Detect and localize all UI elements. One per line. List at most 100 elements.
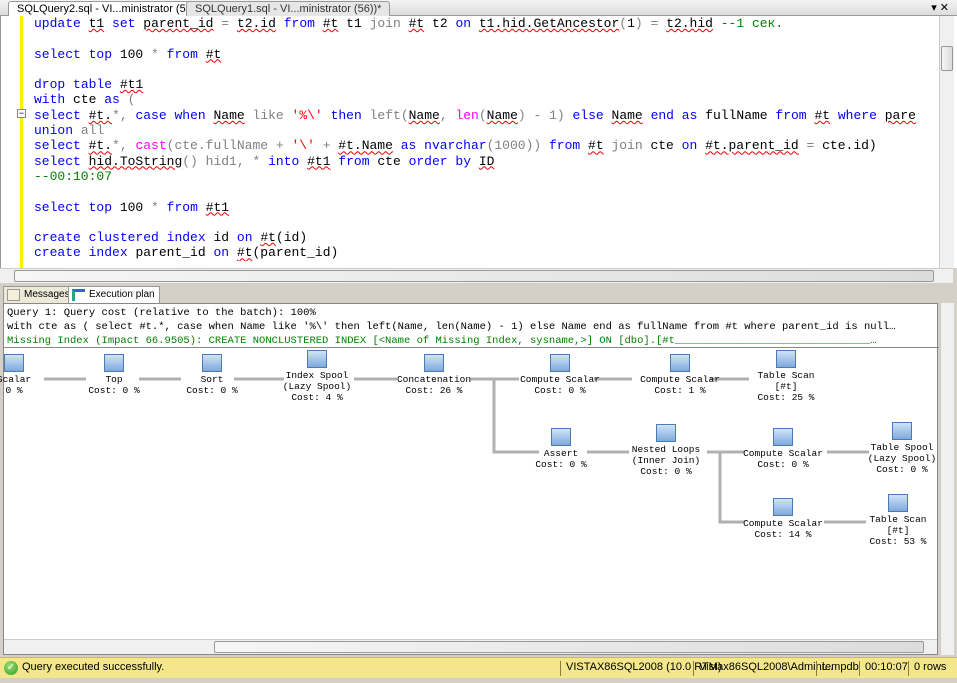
plan-node-label: Sort (200, 374, 224, 385)
plan-node-label: Cost: 25 % (757, 392, 815, 403)
code-token: from (166, 199, 198, 215)
code-token: then (330, 107, 362, 123)
status-database: tempdb (816, 661, 859, 676)
code-token: id (205, 230, 237, 246)
code-token: drop (34, 77, 66, 93)
status-user: Vistax86SQL2008\Admini... (693, 661, 833, 676)
tab-sqlquery2[interactable]: SQLQuery2.sql - VI...ministrator (57))* (8, 1, 213, 16)
code-token: #t1 (119, 77, 144, 93)
code-line[interactable]: select hid.ToString() hid1, * into #t1 f… (34, 154, 939, 169)
code-token: on (213, 245, 230, 261)
close-icon[interactable]: ✕ (940, 2, 949, 14)
plan-horizontal-scrollbar[interactable] (4, 639, 937, 654)
code-token: ( (478, 107, 487, 123)
editor-vertical-scrollbar[interactable] (939, 16, 954, 268)
tab-messages[interactable]: Messages (3, 286, 75, 303)
tab-sqlquery1[interactable]: SQLQuery1.sql - VI...ministrator (56))* (186, 1, 391, 16)
code-token: t2.id (236, 16, 276, 31)
plan-node[interactable]: Concatenation Cost: 26 % (374, 354, 494, 396)
code-text[interactable]: update t1 set parent_id = t2.id from #t … (34, 16, 939, 261)
results-vertical-scrollbar[interactable] (940, 303, 954, 655)
plan-node[interactable]: Sort Cost: 0 % (152, 354, 272, 396)
editor-horizontal-scrollbar[interactable] (0, 268, 953, 283)
code-line[interactable] (34, 184, 939, 199)
code-line[interactable]: create index parent_id on #t(parent_id) (34, 245, 939, 260)
compute-scalar-icon (4, 354, 24, 372)
code-token: from (283, 16, 315, 31)
code-line[interactable]: --00:10:07 (34, 169, 939, 184)
code-line[interactable]: select #t.*, cast(cte.fullName + '\' + #… (34, 138, 939, 153)
plan-node[interactable]: Compute Scalar Cost: 1 % (620, 354, 740, 396)
plan-node[interactable]: Index Spool (Lazy Spool) Cost: 4 % (257, 350, 377, 403)
plan-node-label: (Lazy Spool) (282, 381, 352, 392)
code-token: cte (65, 92, 105, 108)
code-token: ) - 1) (517, 107, 573, 123)
execution-plan-diagram[interactable]: Scalar 0 % Top Cost: 0 % Sort Cost: 0 % Index … (0, 348, 939, 640)
code-token: all (73, 123, 105, 139)
code-token: Name (486, 107, 518, 123)
code-token: #t (205, 46, 222, 62)
results-pane: Query 1: Query cost (relative to the bat… (0, 303, 939, 655)
code-token: 100 (112, 46, 152, 62)
code-token: into (268, 153, 300, 169)
code-token: select (34, 153, 81, 169)
scrollbar-thumb[interactable] (14, 270, 934, 282)
plan-node-label: [#t] (774, 381, 798, 392)
scrollbar-thumb[interactable] (941, 46, 953, 71)
plan-node[interactable]: Nested Loops (Inner Join) Cost: 0 % (606, 424, 726, 477)
plan-node[interactable]: Compute Scalar Cost: 0 % (500, 354, 620, 396)
code-token: Name (611, 107, 643, 123)
code-line[interactable]: select top 100 * from #t (34, 47, 939, 62)
code-token: #t.parent_id (705, 138, 799, 154)
plan-node[interactable]: Table Scan [#t] Cost: 25 % (726, 350, 846, 403)
code-token: #t1 (205, 199, 230, 215)
code-token: from (166, 46, 198, 62)
plan-node-label: Cost: 26 % (405, 385, 463, 396)
plan-header: Query 1: Query cost (relative to the bat… (4, 304, 939, 348)
code-line[interactable]: union all (34, 123, 939, 138)
code-token: from (338, 153, 370, 169)
plan-node[interactable]: Compute Scalar Cost: 14 % (723, 498, 843, 540)
code-token: , (439, 107, 456, 123)
code-token: #t (236, 245, 253, 261)
code-token: cte (642, 138, 682, 154)
code-token: index (88, 245, 128, 261)
code-token: end (650, 107, 674, 123)
code-token: index (166, 230, 206, 246)
code-token: top (88, 46, 113, 62)
tab-dropdown-icon[interactable]: ▾ (931, 2, 937, 14)
code-token: nvarchar (424, 138, 487, 154)
code-line[interactable]: update t1 set parent_id = t2.id from #t … (34, 16, 939, 31)
code-token: as (400, 138, 417, 154)
code-line[interactable]: with cte as ( (34, 92, 939, 107)
scrollbar-thumb[interactable] (214, 641, 924, 653)
code-token: on (455, 16, 472, 31)
code-line[interactable]: select top 100 * from #t1 (34, 200, 939, 215)
code-token: #t (260, 230, 276, 246)
code-token: pare (884, 107, 916, 123)
plan-node[interactable]: Assert Cost: 0 % (501, 428, 621, 470)
missing-index-hint[interactable]: Missing Index (Impact 66.9505): CREATE N… (7, 334, 936, 347)
tab-execution-plan[interactable]: Execution plan (68, 286, 160, 303)
plan-node-label: Cost: 0 % (534, 385, 586, 396)
code-line[interactable]: drop table #t1 (34, 77, 939, 92)
code-token: t1.hid.GetAncestor (478, 16, 620, 31)
code-line[interactable]: select #t.*, case when Name like '%\' th… (34, 108, 939, 123)
code-token: join (369, 16, 401, 31)
code-line[interactable] (34, 31, 939, 46)
code-line[interactable] (34, 62, 939, 77)
results-tabs: Messages Execution plan (0, 284, 957, 303)
sort-icon (202, 354, 222, 372)
collapse-icon[interactable]: − (17, 109, 26, 118)
code-line[interactable] (34, 215, 939, 230)
code-token: as (681, 107, 698, 123)
query-editor[interactable]: − update t1 set parent_id = t2.id from #… (0, 16, 957, 268)
plan-node[interactable]: Compute Scalar Cost: 0 % (723, 428, 843, 470)
code-line[interactable]: create clustered index id on #t(id) (34, 230, 939, 245)
code-token: when (174, 107, 206, 123)
